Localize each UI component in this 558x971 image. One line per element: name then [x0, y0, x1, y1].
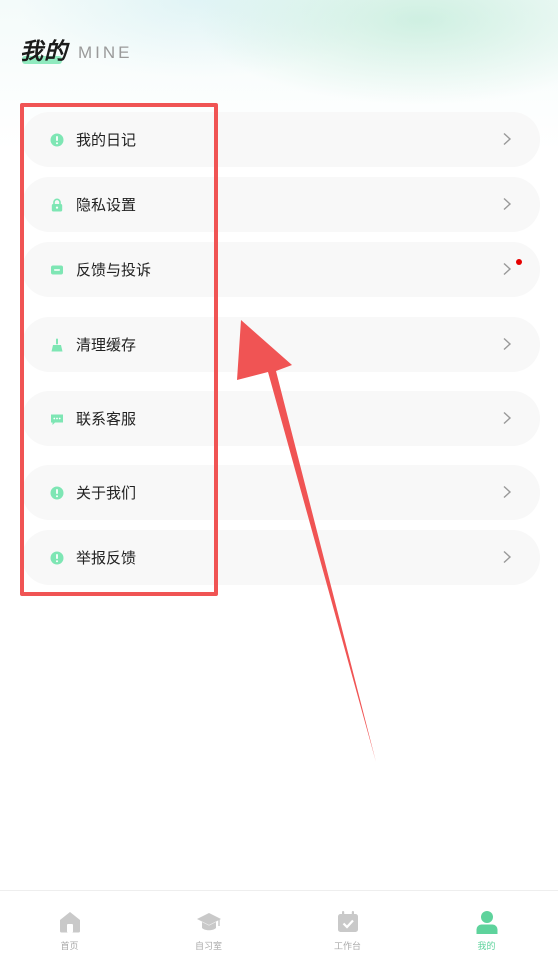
page-title: 我的 [20, 32, 68, 66]
tab-mine[interactable]: 我的 [417, 891, 556, 971]
chevron-right-icon [500, 485, 514, 499]
chevron-right-icon [500, 132, 514, 146]
tab-label: 首页 [60, 942, 79, 952]
chevron-right-icon [500, 411, 514, 425]
chevron-right-icon [500, 550, 514, 564]
notification-dot [516, 259, 522, 265]
graduation-cap-icon [196, 909, 222, 935]
chevron-right-icon [500, 262, 514, 276]
tab-label: 自习室 [194, 942, 222, 952]
tab-study-room[interactable]: 自习室 [139, 891, 278, 971]
tab-label: 我的 [477, 942, 496, 952]
highlight-annotation-box [20, 103, 218, 596]
bottom-tab-bar: 首页 自习室 工作台 我的 [0, 890, 558, 971]
user-icon [474, 909, 500, 935]
tab-home[interactable]: 首页 [0, 891, 139, 971]
chevron-right-icon [500, 197, 514, 211]
chevron-right-icon [500, 337, 514, 351]
calendar-check-icon [335, 909, 361, 935]
home-icon [57, 909, 83, 935]
tab-label: 工作台 [333, 942, 361, 952]
tab-workbench[interactable]: 工作台 [278, 891, 417, 971]
